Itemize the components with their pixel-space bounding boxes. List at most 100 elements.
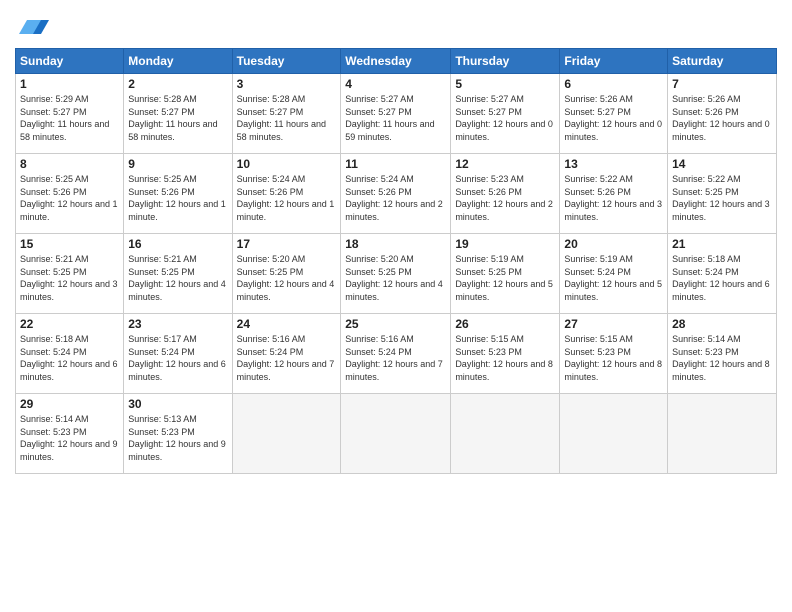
calendar-day-cell: 4 Sunrise: 5:27 AM Sunset: 5:27 PM Dayli… <box>341 74 451 154</box>
day-info: Sunrise: 5:24 AM Sunset: 5:26 PM Dayligh… <box>237 173 337 223</box>
calendar-day-cell: 11 Sunrise: 5:24 AM Sunset: 5:26 PM Dayl… <box>341 154 451 234</box>
day-of-week-header: Friday <box>560 49 668 74</box>
day-number: 23 <box>128 317 227 331</box>
day-number: 4 <box>345 77 446 91</box>
calendar-day-cell: 14 Sunrise: 5:22 AM Sunset: 5:25 PM Dayl… <box>668 154 777 234</box>
calendar-day-cell: 25 Sunrise: 5:16 AM Sunset: 5:24 PM Dayl… <box>341 314 451 394</box>
calendar-week-row: 1 Sunrise: 5:29 AM Sunset: 5:27 PM Dayli… <box>16 74 777 154</box>
day-number: 16 <box>128 237 227 251</box>
day-number: 21 <box>672 237 772 251</box>
day-info: Sunrise: 5:25 AM Sunset: 5:26 PM Dayligh… <box>20 173 119 223</box>
day-info: Sunrise: 5:15 AM Sunset: 5:23 PM Dayligh… <box>455 333 555 383</box>
calendar-day-cell: 9 Sunrise: 5:25 AM Sunset: 5:26 PM Dayli… <box>124 154 232 234</box>
calendar-day-cell: 1 Sunrise: 5:29 AM Sunset: 5:27 PM Dayli… <box>16 74 124 154</box>
day-info: Sunrise: 5:18 AM Sunset: 5:24 PM Dayligh… <box>672 253 772 303</box>
day-number: 26 <box>455 317 555 331</box>
calendar-day-cell: 20 Sunrise: 5:19 AM Sunset: 5:24 PM Dayl… <box>560 234 668 314</box>
day-info: Sunrise: 5:16 AM Sunset: 5:24 PM Dayligh… <box>345 333 446 383</box>
day-number: 11 <box>345 157 446 171</box>
calendar-day-cell: 17 Sunrise: 5:20 AM Sunset: 5:25 PM Dayl… <box>232 234 341 314</box>
day-of-week-header: Saturday <box>668 49 777 74</box>
day-number: 2 <box>128 77 227 91</box>
day-number: 6 <box>564 77 663 91</box>
day-of-week-header: Monday <box>124 49 232 74</box>
day-info: Sunrise: 5:20 AM Sunset: 5:25 PM Dayligh… <box>345 253 446 303</box>
calendar-day-cell: 15 Sunrise: 5:21 AM Sunset: 5:25 PM Dayl… <box>16 234 124 314</box>
day-info: Sunrise: 5:15 AM Sunset: 5:23 PM Dayligh… <box>564 333 663 383</box>
day-info: Sunrise: 5:21 AM Sunset: 5:25 PM Dayligh… <box>20 253 119 303</box>
day-number: 8 <box>20 157 119 171</box>
calendar-day-cell: 21 Sunrise: 5:18 AM Sunset: 5:24 PM Dayl… <box>668 234 777 314</box>
calendar-day-cell: 13 Sunrise: 5:22 AM Sunset: 5:26 PM Dayl… <box>560 154 668 234</box>
day-of-week-header: Sunday <box>16 49 124 74</box>
day-number: 28 <box>672 317 772 331</box>
calendar-day-cell: 27 Sunrise: 5:15 AM Sunset: 5:23 PM Dayl… <box>560 314 668 394</box>
day-number: 30 <box>128 397 227 411</box>
calendar-table: SundayMondayTuesdayWednesdayThursdayFrid… <box>15 48 777 474</box>
day-info: Sunrise: 5:26 AM Sunset: 5:26 PM Dayligh… <box>672 93 772 143</box>
day-number: 10 <box>237 157 337 171</box>
calendar-day-cell: 7 Sunrise: 5:26 AM Sunset: 5:26 PM Dayli… <box>668 74 777 154</box>
day-info: Sunrise: 5:26 AM Sunset: 5:27 PM Dayligh… <box>564 93 663 143</box>
day-info: Sunrise: 5:23 AM Sunset: 5:26 PM Dayligh… <box>455 173 555 223</box>
day-info: Sunrise: 5:29 AM Sunset: 5:27 PM Dayligh… <box>20 93 119 143</box>
calendar-day-cell <box>232 394 341 474</box>
day-number: 7 <box>672 77 772 91</box>
calendar-week-row: 29 Sunrise: 5:14 AM Sunset: 5:23 PM Dayl… <box>16 394 777 474</box>
day-info: Sunrise: 5:16 AM Sunset: 5:24 PM Dayligh… <box>237 333 337 383</box>
day-number: 17 <box>237 237 337 251</box>
day-number: 22 <box>20 317 119 331</box>
day-number: 1 <box>20 77 119 91</box>
calendar-day-cell: 16 Sunrise: 5:21 AM Sunset: 5:25 PM Dayl… <box>124 234 232 314</box>
calendar-day-cell: 18 Sunrise: 5:20 AM Sunset: 5:25 PM Dayl… <box>341 234 451 314</box>
header <box>15 10 777 40</box>
calendar-day-cell: 2 Sunrise: 5:28 AM Sunset: 5:27 PM Dayli… <box>124 74 232 154</box>
day-number: 29 <box>20 397 119 411</box>
day-number: 13 <box>564 157 663 171</box>
day-number: 15 <box>20 237 119 251</box>
logo <box>15 10 49 40</box>
calendar-day-cell: 10 Sunrise: 5:24 AM Sunset: 5:26 PM Dayl… <box>232 154 341 234</box>
calendar-day-cell: 6 Sunrise: 5:26 AM Sunset: 5:27 PM Dayli… <box>560 74 668 154</box>
day-number: 19 <box>455 237 555 251</box>
calendar-day-cell: 3 Sunrise: 5:28 AM Sunset: 5:27 PM Dayli… <box>232 74 341 154</box>
day-info: Sunrise: 5:28 AM Sunset: 5:27 PM Dayligh… <box>237 93 337 143</box>
calendar-day-cell <box>668 394 777 474</box>
calendar-header-row: SundayMondayTuesdayWednesdayThursdayFrid… <box>16 49 777 74</box>
day-info: Sunrise: 5:18 AM Sunset: 5:24 PM Dayligh… <box>20 333 119 383</box>
day-of-week-header: Thursday <box>451 49 560 74</box>
day-number: 27 <box>564 317 663 331</box>
calendar-week-row: 15 Sunrise: 5:21 AM Sunset: 5:25 PM Dayl… <box>16 234 777 314</box>
day-number: 14 <box>672 157 772 171</box>
day-info: Sunrise: 5:14 AM Sunset: 5:23 PM Dayligh… <box>672 333 772 383</box>
day-info: Sunrise: 5:25 AM Sunset: 5:26 PM Dayligh… <box>128 173 227 223</box>
calendar-day-cell: 5 Sunrise: 5:27 AM Sunset: 5:27 PM Dayli… <box>451 74 560 154</box>
calendar-day-cell: 22 Sunrise: 5:18 AM Sunset: 5:24 PM Dayl… <box>16 314 124 394</box>
day-of-week-header: Tuesday <box>232 49 341 74</box>
page: SundayMondayTuesdayWednesdayThursdayFrid… <box>0 0 792 612</box>
day-info: Sunrise: 5:28 AM Sunset: 5:27 PM Dayligh… <box>128 93 227 143</box>
calendar-day-cell: 24 Sunrise: 5:16 AM Sunset: 5:24 PM Dayl… <box>232 314 341 394</box>
calendar-day-cell: 28 Sunrise: 5:14 AM Sunset: 5:23 PM Dayl… <box>668 314 777 394</box>
calendar-day-cell <box>560 394 668 474</box>
day-number: 12 <box>455 157 555 171</box>
day-info: Sunrise: 5:13 AM Sunset: 5:23 PM Dayligh… <box>128 413 227 463</box>
calendar-day-cell: 12 Sunrise: 5:23 AM Sunset: 5:26 PM Dayl… <box>451 154 560 234</box>
day-number: 9 <box>128 157 227 171</box>
calendar-day-cell: 29 Sunrise: 5:14 AM Sunset: 5:23 PM Dayl… <box>16 394 124 474</box>
day-info: Sunrise: 5:22 AM Sunset: 5:26 PM Dayligh… <box>564 173 663 223</box>
day-info: Sunrise: 5:27 AM Sunset: 5:27 PM Dayligh… <box>345 93 446 143</box>
day-info: Sunrise: 5:19 AM Sunset: 5:24 PM Dayligh… <box>564 253 663 303</box>
day-number: 25 <box>345 317 446 331</box>
calendar-day-cell <box>451 394 560 474</box>
day-info: Sunrise: 5:22 AM Sunset: 5:25 PM Dayligh… <box>672 173 772 223</box>
day-number: 3 <box>237 77 337 91</box>
day-info: Sunrise: 5:19 AM Sunset: 5:25 PM Dayligh… <box>455 253 555 303</box>
day-info: Sunrise: 5:21 AM Sunset: 5:25 PM Dayligh… <box>128 253 227 303</box>
calendar-day-cell: 19 Sunrise: 5:19 AM Sunset: 5:25 PM Dayl… <box>451 234 560 314</box>
day-number: 18 <box>345 237 446 251</box>
day-number: 5 <box>455 77 555 91</box>
day-number: 24 <box>237 317 337 331</box>
calendar-day-cell: 8 Sunrise: 5:25 AM Sunset: 5:26 PM Dayli… <box>16 154 124 234</box>
calendar-day-cell <box>341 394 451 474</box>
